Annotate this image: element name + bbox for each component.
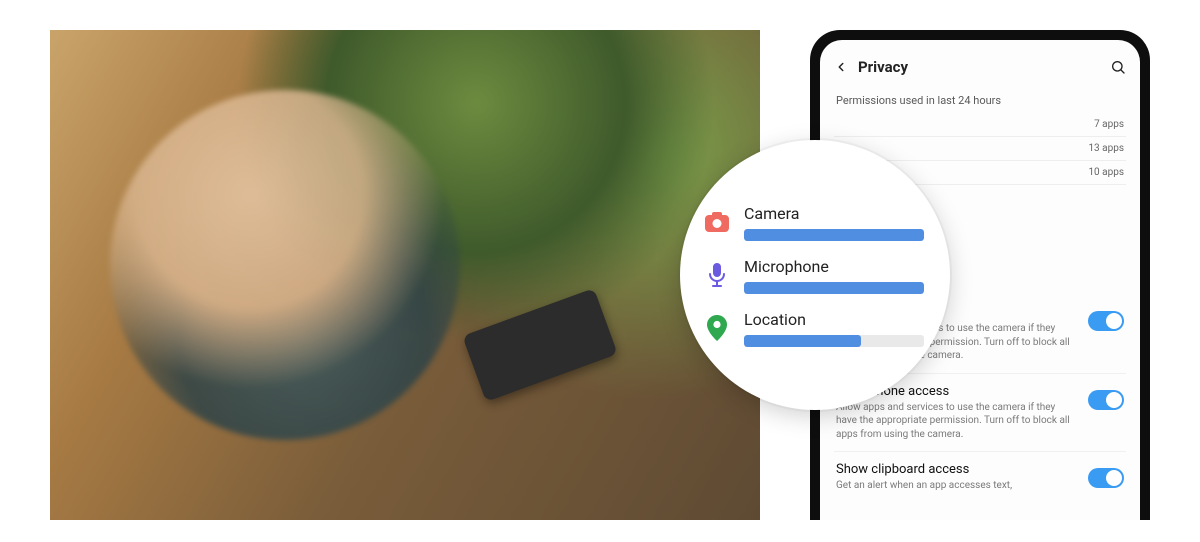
permission-row-microphone: Microphone [704,249,924,302]
back-icon[interactable] [834,60,848,74]
usage-bar-fill [744,335,861,347]
app-count-row[interactable]: 7 apps [834,113,1126,137]
toggle-microphone-access[interactable] [1088,390,1124,410]
permission-label: Microphone [744,257,924,276]
usage-bar [744,282,924,294]
permission-row-location: Location [704,302,924,355]
camera-icon [704,209,730,235]
setting-row-clipboard-access[interactable]: Show clipboard access Get an alert when … [834,452,1126,503]
screen-header: Privacy [834,58,1126,90]
permission-label: Location [744,310,924,329]
search-icon[interactable] [1110,59,1126,75]
usage-bar-fill [744,229,924,241]
microphone-icon [704,262,730,288]
magnifier-callout: Camera Microphone Location [680,140,950,410]
setting-desc: Get an alert when an app accesses text, [836,479,1078,493]
location-pin-icon [704,315,730,341]
page-title: Privacy [858,58,908,76]
lifestyle-photo [50,30,760,520]
section-heading: Permissions used in last 24 hours [834,90,1126,113]
setting-name: Show clipboard access [836,462,1078,477]
permission-row-camera: Camera [704,196,924,249]
toggle-camera-access[interactable] [1088,311,1124,331]
usage-bar [744,229,924,241]
toggle-clipboard-access[interactable] [1088,468,1124,488]
usage-bar-fill [744,282,924,294]
permission-label: Camera [744,204,924,223]
usage-bar [744,335,924,347]
setting-desc: Allow apps and services to use the camer… [836,401,1078,442]
